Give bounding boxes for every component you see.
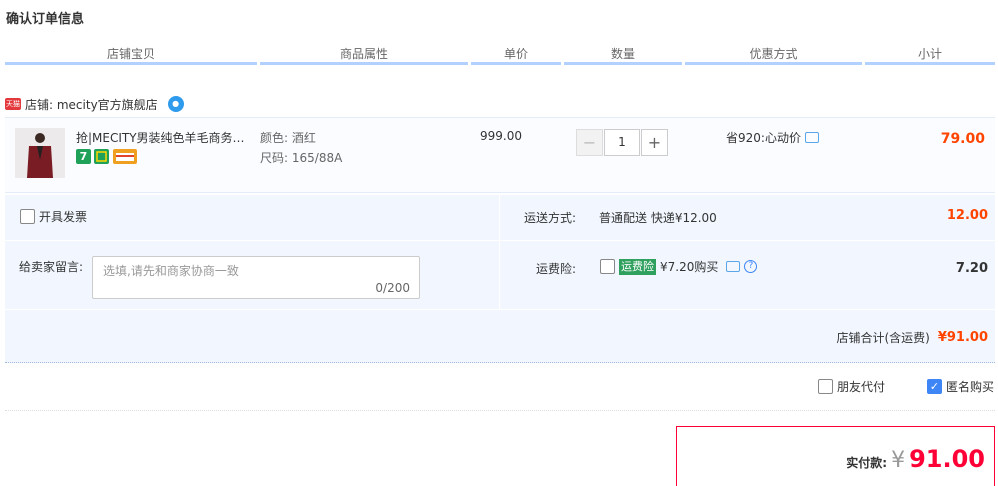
payment-summary: 实付款: ¥ 91.00 [676, 426, 995, 486]
attr-color-label: 颜色: [260, 131, 289, 145]
message-field[interactable]: 选填,请先和商家协商一致 0/200 [92, 256, 420, 299]
wangwang-chat-icon[interactable]: ● [167, 96, 184, 112]
insurance-info-icon[interactable] [726, 261, 741, 272]
insurance-option[interactable]: 运费险 ¥7.20购买 ? [600, 258, 758, 275]
payment-amount: 91.00 [909, 445, 985, 473]
shop-name[interactable]: 店铺: mecity官方旗舰店 [25, 96, 158, 113]
attr-color-value: 酒红 [291, 131, 316, 145]
anonymous-option[interactable]: ✓ 匿名购买 [927, 378, 994, 395]
qty-input[interactable]: 1 [604, 129, 640, 156]
product-title[interactable]: 抢|MECITY男装纯色羊毛商务… [76, 129, 248, 146]
column-header-attr: 商品属性 [339, 47, 388, 61]
order-options-panel: 开具发票 运送方式: 普通配送 快递¥12.00 12.00 给卖家留言: 选填… [5, 195, 995, 363]
payment-total: 实付款: ¥ 91.00 [846, 445, 985, 473]
message-char-count: 0/200 [375, 281, 410, 295]
column-header-price: 单价 [503, 47, 528, 61]
item-subtotal: 79.00 [940, 131, 985, 147]
promo-info-icon[interactable] [804, 132, 819, 143]
invoice-checkbox[interactable] [20, 209, 35, 224]
table-header: 店铺宝贝 商品属性 单价 数量 优惠方式 小计 [5, 44, 995, 65]
help-icon[interactable]: ? [744, 260, 758, 273]
invoice-option[interactable]: 开具发票 [20, 208, 87, 225]
shop-total: 店铺合计(含运费) ¥91.00 [836, 329, 988, 346]
attr-size: 尺码: 165/88A [260, 149, 342, 166]
qty-decrease-button[interactable]: − [576, 129, 603, 156]
friend-pay-label: 朋友代付 [837, 380, 886, 394]
header-bar [260, 62, 468, 65]
header-bar [5, 62, 257, 65]
tmall-badge-icon: 天猫 [5, 98, 21, 110]
shop-row: 天猫 店铺: mecity官方旗舰店 ● [5, 95, 184, 113]
header-bar [471, 62, 561, 65]
column-header-item: 店铺宝贝 [106, 47, 155, 61]
column-header-promo: 优惠方式 [749, 47, 798, 61]
shipping-amount: 12.00 [946, 208, 988, 223]
unit-price: 999.00 [480, 129, 522, 143]
credit-card-icon [113, 149, 137, 164]
divider [5, 309, 995, 310]
shipping-method[interactable]: 普通配送 快递¥12.00 [599, 209, 717, 226]
header-bar [865, 62, 995, 65]
shipping-label: 运送方式: [524, 211, 577, 225]
divider [5, 240, 995, 241]
header-bar [685, 62, 862, 65]
anonymous-checkbox[interactable]: ✓ [927, 379, 942, 394]
attr-color: 颜色: 酒红 [260, 129, 316, 146]
invoice-label: 开具发票 [39, 210, 88, 224]
payment-label: 实付款: [846, 456, 888, 470]
message-label: 给卖家留言: [19, 260, 84, 274]
guarantee-icon [94, 149, 109, 164]
header-bar [564, 62, 682, 65]
friend-pay-checkbox[interactable] [818, 379, 833, 394]
seven-day-return-icon: 7 [76, 149, 91, 164]
attr-size-label: 尺码: [260, 151, 289, 165]
message-placeholder: 选填,请先和商家协商一致 [103, 264, 239, 278]
payment-currency: ¥ [891, 448, 906, 473]
friend-pay-option[interactable]: 朋友代付 [818, 378, 885, 395]
insurance-amount: 7.20 [955, 261, 988, 276]
anonymous-label: 匿名购买 [946, 380, 995, 394]
shop-total-amount: ¥91.00 [937, 330, 988, 345]
divider [5, 410, 995, 411]
column-header-subtotal: 小计 [917, 47, 942, 61]
attr-size-value: 165/88A [291, 151, 343, 165]
divider [499, 195, 500, 309]
product-thumbnail[interactable] [15, 128, 65, 178]
item-row: 抢|MECITY男装纯色羊毛商务… 7 颜色: 酒红 尺码: 165/88A 9… [5, 117, 995, 193]
insurance-label: 运费险: [536, 262, 577, 276]
insurance-price: ¥7.20购买 [660, 260, 719, 274]
qty-increase-button[interactable]: + [641, 129, 668, 156]
promo: 省920:心动价 [726, 129, 819, 146]
quantity-stepper: − 1 + [576, 129, 668, 156]
insurance-checkbox[interactable] [600, 259, 615, 274]
page-title: 确认订单信息 [6, 12, 85, 27]
promo-text: 省920:心动价 [726, 131, 801, 145]
insurance-tag: 运费险 [619, 258, 656, 275]
shop-total-label: 店铺合计(含运费) [836, 331, 930, 345]
column-header-qty: 数量 [610, 47, 635, 61]
